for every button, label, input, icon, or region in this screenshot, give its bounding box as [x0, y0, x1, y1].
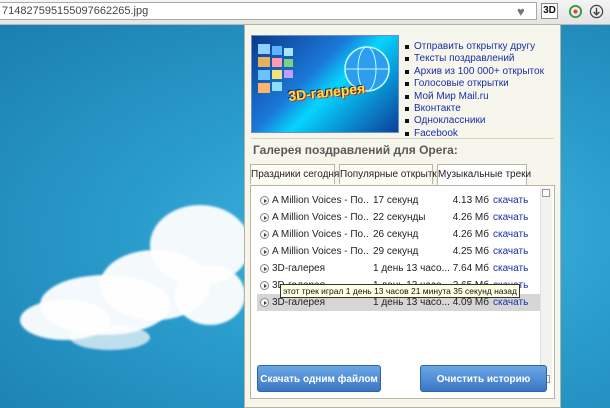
download-link[interactable]: скачать [493, 243, 528, 260]
link-item[interactable]: Архив из 100 000+ открыток [405, 66, 544, 78]
track-size: 4.13 Мб [452, 195, 489, 206]
play-icon[interactable] [260, 196, 269, 205]
play-icon[interactable] [260, 247, 269, 256]
play-icon[interactable] [260, 281, 269, 290]
link-greetings-texts[interactable]: Тексты поздравлений [414, 53, 515, 64]
play-icon[interactable] [260, 298, 269, 307]
clear-history-button[interactable]: Очистить историю [420, 365, 547, 392]
download-link[interactable]: скачать [493, 226, 528, 243]
browser-toolbar: 714827595155097662265.jpg ♥ 3D [0, 0, 610, 25]
links-list: Отправить открытку другу Тексты поздравл… [405, 41, 544, 140]
scroll-up-icon[interactable] [542, 189, 550, 197]
gallery-heading: Галерея поздравлений для Opera: [253, 143, 458, 157]
track-size: 7.64 Мб [452, 263, 489, 274]
link-item[interactable]: Отправить открытку другу [405, 41, 544, 53]
track-title: 3D-галерея [272, 263, 326, 274]
link-item[interactable]: Голосовые открытки [405, 78, 544, 90]
play-icon[interactable] [260, 264, 269, 273]
tab-popular-cards[interactable]: Популярные открытки [339, 164, 442, 184]
heart-icon[interactable]: ♥ [517, 4, 525, 19]
address-url: 714827595155097662265.jpg [2, 5, 149, 17]
tab-music-tracks[interactable]: Музыкальные треки [437, 164, 531, 186]
address-bar[interactable]: 714827595155097662265.jpg ♥ [0, 2, 537, 20]
link-item[interactable]: Одноклассники [405, 115, 544, 127]
track-size: 4.25 Мб [452, 246, 489, 257]
track-row[interactable]: A Million Voices - По... 29 секунд 4.25 … [257, 243, 543, 260]
track-tooltip: этот трек играл 1 день 13 часов 21 минут… [280, 284, 520, 298]
divider [251, 138, 554, 139]
play-icon[interactable] [260, 230, 269, 239]
gallery-banner[interactable]: 3D-галерея [251, 35, 399, 133]
link-archive[interactable]: Архив из 100 000+ открыток [414, 66, 544, 77]
track-row[interactable]: 3D-галерея 1 день 13 часо... 7.64 Мб ска… [257, 260, 543, 277]
3d-gallery-extension-button[interactable]: 3D [541, 3, 558, 19]
scrollbar[interactable] [540, 188, 552, 384]
link-my-world[interactable]: Мой Мир Mail.ru [414, 91, 489, 102]
link-item[interactable]: Вконтакте [405, 103, 544, 115]
gallery-popup: 3D-галерея Отправить открытку другу Текс… [244, 24, 561, 408]
link-item[interactable]: Тексты поздравлений [405, 53, 544, 65]
track-title: A Million Voices - По... [272, 229, 368, 240]
link-odnoklassniki[interactable]: Одноклассники [414, 115, 485, 126]
track-title: A Million Voices - По... [272, 195, 368, 206]
track-row[interactable]: A Million Voices - По... 17 секунд 4.13 … [257, 192, 543, 209]
link-voice-cards[interactable]: Голосовые открытки [414, 78, 509, 89]
download-all-button[interactable]: Скачать одним файлом [257, 365, 381, 392]
track-title: A Million Voices - По... [272, 212, 368, 223]
refresh-icon[interactable] [568, 4, 583, 19]
track-title: A Million Voices - По... [272, 246, 368, 257]
download-icon[interactable] [589, 4, 604, 19]
track-row[interactable]: A Million Voices - По... 22 секунды 4.26… [257, 209, 543, 226]
download-link[interactable]: скачать [493, 260, 528, 277]
download-link[interactable]: скачать [493, 209, 528, 226]
track-size: 4.26 Мб [452, 229, 489, 240]
track-size: 4.26 Мб [452, 212, 489, 223]
play-icon[interactable] [260, 213, 269, 222]
track-row[interactable]: A Million Voices - По... 26 секунд 4.26 … [257, 226, 543, 243]
download-link[interactable]: скачать [493, 192, 528, 209]
link-send-card[interactable]: Отправить открытку другу [414, 41, 535, 52]
link-vkontakte[interactable]: Вконтакте [414, 103, 461, 114]
link-item[interactable]: Мой Мир Mail.ru [405, 91, 544, 103]
tab-holidays-today[interactable]: Праздники сегодня [250, 164, 339, 184]
